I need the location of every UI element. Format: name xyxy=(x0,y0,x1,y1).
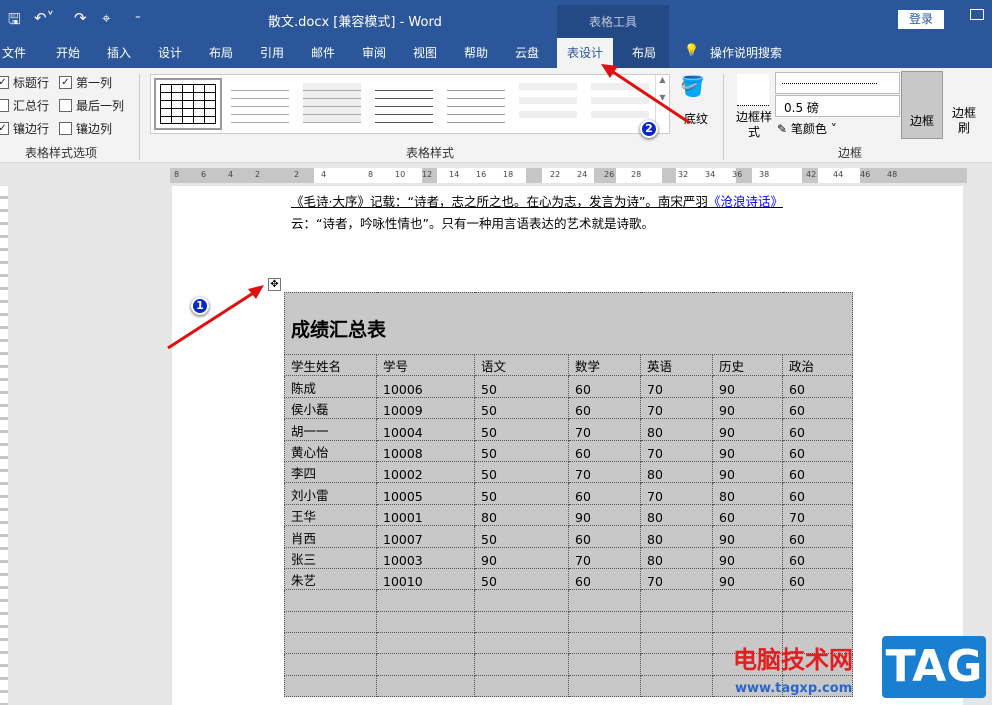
ruler-tick-label: 12 xyxy=(422,170,433,179)
ruler-tick-label: 32 xyxy=(678,170,689,179)
ruler-tick-label: 36 xyxy=(732,170,743,179)
ruler-tick-label: 26 xyxy=(604,170,615,179)
ruler-tick-label: 38 xyxy=(759,170,770,179)
ruler-tick-label: 14 xyxy=(449,170,460,179)
ruler-tick-label: 2 xyxy=(294,170,300,179)
annotation-arrows xyxy=(167,64,691,350)
arrow-1 xyxy=(167,288,259,350)
ruler-tick-label: 8 xyxy=(368,170,374,179)
ruler-tick-label: 48 xyxy=(887,170,898,179)
ruler-tick-label: 4 xyxy=(228,170,234,179)
ruler-tick-label: 8 xyxy=(174,170,180,179)
ruler-tick-label: 4 xyxy=(321,170,327,179)
ruler-tick-label: 44 xyxy=(833,170,844,179)
ruler-tick-label: 6 xyxy=(201,170,207,179)
ruler-tick-label: 10 xyxy=(395,170,406,179)
ruler-tick-label: 16 xyxy=(476,170,487,179)
ruler-tick-label: 42 xyxy=(806,170,817,179)
ruler-tick-label: 24 xyxy=(577,170,588,179)
ruler-tick-label: 22 xyxy=(550,170,561,179)
ruler-tick-label: 34 xyxy=(705,170,716,179)
ruler-tick-label: 2 xyxy=(255,170,261,179)
arrow-2 xyxy=(609,68,691,125)
watermark-url: www.tagxp.com xyxy=(735,681,853,696)
watermark-logo: TAG xyxy=(882,636,986,698)
ruler-tick-label: 46 xyxy=(860,170,871,179)
ruler-tick-label: 28 xyxy=(631,170,642,179)
watermark-text: 电脑技术网 xyxy=(733,646,853,674)
ruler-tick-label: 18 xyxy=(503,170,514,179)
